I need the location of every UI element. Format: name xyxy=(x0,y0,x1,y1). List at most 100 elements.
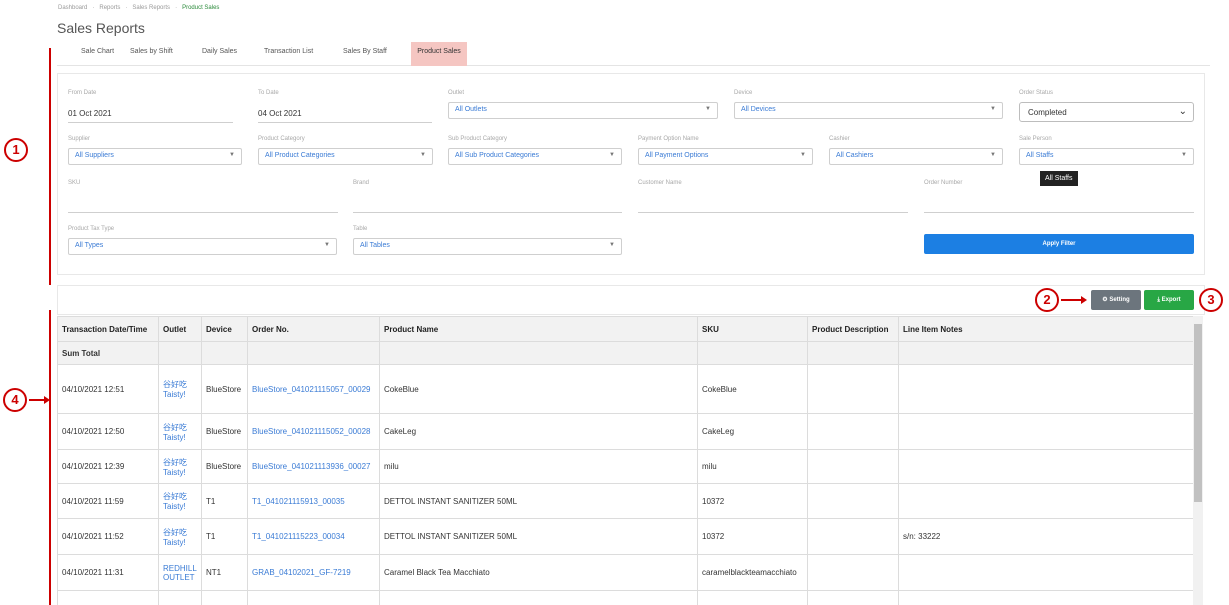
scrollbar-thumb[interactable] xyxy=(1194,324,1202,502)
device-select[interactable]: All Devices ▼ xyxy=(734,102,1003,119)
cell-outlet-link[interactable]: 谷好吃 Taisty! xyxy=(158,518,202,555)
cell-outlet-link[interactable]: 谷好吃 Taisty! xyxy=(158,413,202,450)
column-header-product-description[interactable]: Product Description xyxy=(807,316,899,342)
caret-down-icon: ▼ xyxy=(609,152,615,158)
setting-button[interactable]: ⚙ Setting xyxy=(1091,290,1141,310)
cell-sku: CakeLeg xyxy=(697,413,808,450)
column-header-sku[interactable]: SKU xyxy=(697,316,808,342)
table-cell xyxy=(57,590,159,605)
apply-filter-button[interactable]: Apply Filter xyxy=(924,234,1194,254)
sub-product-category-field: Sub Product Category All Sub Product Cat… xyxy=(448,136,622,166)
cell-datetime: 04/10/2021 11:52 xyxy=(57,518,159,555)
table-row: 04/10/2021 12:51 谷好吃 Taisty! BlueStore B… xyxy=(57,364,1193,414)
caret-down-icon: ▼ xyxy=(990,152,996,158)
caret-down-icon: ▼ xyxy=(705,106,711,112)
cell-sku: 10372 xyxy=(697,518,808,555)
tab-daily-sales[interactable]: Daily Sales xyxy=(198,42,241,66)
table-scrollbar[interactable] xyxy=(1193,316,1203,605)
breadcrumb-item[interactable]: Sales Reports xyxy=(132,5,170,11)
table-cell xyxy=(379,590,698,605)
brand-field: Brand xyxy=(353,180,622,214)
table-row: 04/10/2021 12:50 谷好吃 Taisty! BlueStore B… xyxy=(57,413,1193,450)
device-label: Device xyxy=(734,90,753,96)
cell-device: T1 xyxy=(201,518,248,555)
sku-input[interactable] xyxy=(68,212,338,213)
caret-down-icon: ▼ xyxy=(1181,152,1187,158)
payment-option-label: Payment Option Name xyxy=(638,136,699,142)
order-number-input[interactable] xyxy=(924,212,1194,213)
order-status-select[interactable]: Completed ⌄ xyxy=(1019,102,1194,122)
supplier-field: Supplier All Suppliers ▼ xyxy=(68,136,242,166)
table-row: 04/10/2021 11:59 谷好吃 Taisty! T1 T1_04102… xyxy=(57,483,1193,519)
outlet-select[interactable]: All Outlets ▼ xyxy=(448,102,718,119)
cell-order-link[interactable]: T1_041021115223_00034 xyxy=(247,518,380,555)
sale-person-label: Sale Person xyxy=(1019,136,1052,142)
table-select[interactable]: All Tables ▼ xyxy=(353,238,622,255)
cell-outlet-link[interactable]: REDHILL OUTLET xyxy=(158,554,202,591)
cell-product-name: CakeLeg xyxy=(379,413,698,450)
to-date-field: To Date 04 Oct 2021 xyxy=(258,90,432,124)
sale-person-select[interactable]: All Staffs ▼ xyxy=(1019,148,1194,165)
cell-order-link[interactable]: BlueStore_041021115057_00029 xyxy=(247,364,380,414)
table-cell xyxy=(898,341,1193,365)
brand-input[interactable] xyxy=(353,212,622,213)
tab-product-sales[interactable]: Product Sales xyxy=(411,42,467,66)
brand-label: Brand xyxy=(353,180,370,186)
breadcrumb-item[interactable]: Dashboard xyxy=(58,5,87,11)
from-date-field: From Date 01 Oct 2021 xyxy=(68,90,233,123)
tab-transaction-list[interactable]: Transaction List xyxy=(260,42,317,66)
cell-outlet-link[interactable]: 谷好吃 Taisty! xyxy=(158,364,202,414)
column-header-datetime[interactable]: Transaction Date/Time xyxy=(57,316,159,342)
payment-option-select[interactable]: All Payment Options ▼ xyxy=(638,148,813,165)
cell-order-link[interactable]: BlueStore_041021115052_00028 xyxy=(247,413,380,450)
cell-datetime: 04/10/2021 12:51 xyxy=(57,364,159,414)
cell-order-link[interactable]: GRAB_04102021_GF-7219 xyxy=(247,554,380,591)
column-header-product-name[interactable]: Product Name xyxy=(379,316,698,342)
product-category-select[interactable]: All Product Categories ▼ xyxy=(258,148,433,165)
outlet-value: All Outlets xyxy=(455,106,487,113)
breadcrumb-sep: · xyxy=(175,5,178,11)
from-date-label: From Date xyxy=(68,90,97,96)
product-tax-type-select[interactable]: All Types ▼ xyxy=(68,238,337,255)
to-date-input[interactable]: 04 Oct 2021 xyxy=(258,109,432,123)
cell-order-link[interactable]: BlueStore_041021113936_00027 xyxy=(247,449,380,484)
tab-sales-by-staff[interactable]: Sales By Staff xyxy=(339,42,391,66)
arrowhead-icon xyxy=(1081,296,1087,304)
caret-down-icon: ▼ xyxy=(229,152,235,158)
column-header-device[interactable]: Device xyxy=(201,316,248,342)
sub-product-category-value: All Sub Product Categories xyxy=(455,152,540,159)
cell-datetime: 04/10/2021 12:39 xyxy=(57,449,159,484)
to-date-label: To Date xyxy=(258,90,279,96)
column-header-outlet[interactable]: Outlet xyxy=(158,316,202,342)
table-cell xyxy=(807,590,899,605)
cell-product-name: milu xyxy=(379,449,698,484)
column-header-order-no[interactable]: Order No. xyxy=(247,316,380,342)
tab-sales-by-shift[interactable]: Sales by Shift xyxy=(126,42,177,66)
sub-product-category-label: Sub Product Category xyxy=(448,136,508,142)
cashier-select[interactable]: All Cashiers ▼ xyxy=(829,148,1003,165)
from-date-input[interactable]: 01 Oct 2021 xyxy=(68,109,233,123)
breadcrumb-item[interactable]: Reports xyxy=(99,5,120,11)
sub-product-category-select[interactable]: All Sub Product Categories ▼ xyxy=(448,148,622,165)
cell-outlet-link[interactable]: 谷好吃 Taisty! xyxy=(158,449,202,484)
customer-name-input[interactable] xyxy=(638,212,908,213)
sale-person-value: All Staffs xyxy=(1026,152,1054,159)
table-row xyxy=(57,590,1193,605)
product-tax-type-label: Product Tax Type xyxy=(68,226,115,232)
supplier-select[interactable]: All Suppliers ▼ xyxy=(68,148,242,165)
export-button[interactable]: ⤓ Export xyxy=(1144,290,1194,310)
column-header-line-item-notes[interactable]: Line Item Notes xyxy=(898,316,1193,342)
cell-notes xyxy=(898,483,1193,519)
tab-sale-chart[interactable]: Sale Chart xyxy=(77,42,118,66)
cell-outlet-link[interactable]: 谷好吃 Taisty! xyxy=(158,483,202,519)
cell-datetime: 04/10/2021 11:59 xyxy=(57,483,159,519)
table-row: 04/10/2021 12:39 谷好吃 Taisty! BlueStore B… xyxy=(57,449,1193,484)
annotation-marker-2: 2 xyxy=(1035,288,1059,312)
table-cell xyxy=(158,341,202,365)
outlet-label: Outlet xyxy=(448,90,465,96)
breadcrumb-sep: · xyxy=(92,5,95,11)
table-actions-bar xyxy=(57,285,1205,315)
report-tabs: Sale Chart Sales by Shift Daily Sales Tr… xyxy=(57,42,1210,66)
annotation-arrow xyxy=(1061,299,1081,301)
cell-order-link[interactable]: T1_041021115913_00035 xyxy=(247,483,380,519)
